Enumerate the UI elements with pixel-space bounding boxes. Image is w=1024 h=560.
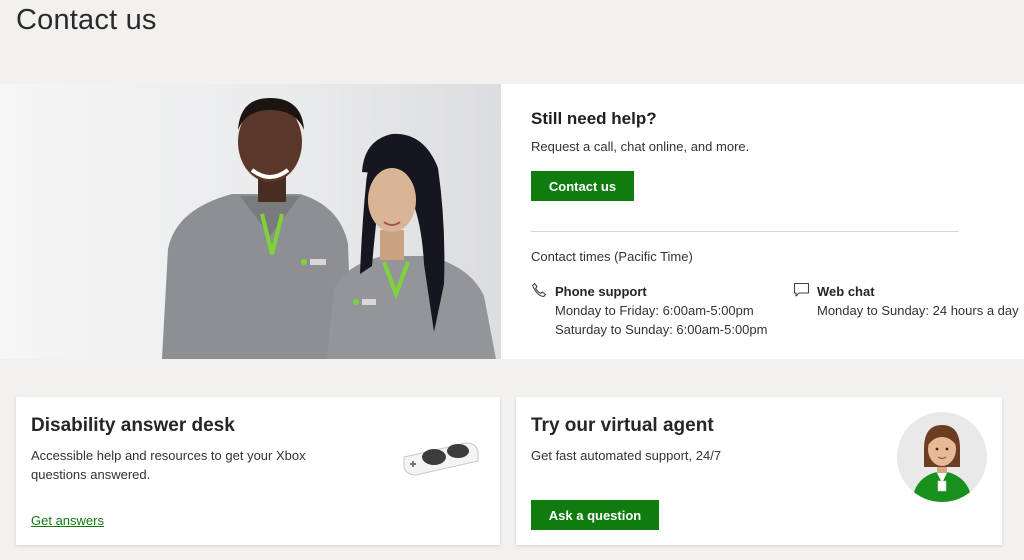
help-subtitle: Request a call, chat online, and more. [531,139,750,154]
disability-card-title: Disability answer desk [31,415,235,436]
support-staff-photo [0,84,501,359]
phone-icon [531,282,553,300]
phone-support: Phone support Monday to Friday: 6:00am-5… [531,282,767,339]
chat-icon [793,282,815,300]
phone-hours-weekend: Saturday to Sunday: 6:00am-5:00pm [555,322,768,337]
phone-support-label: Phone support [555,284,647,299]
agent-card-text: Get fast automated support, 24/7 [531,448,722,463]
contact-hero: Still need help? Request a call, chat on… [0,84,1024,359]
adaptive-controller-image [400,439,480,484]
page-title: Contact us [16,4,157,36]
web-chat-label: Web chat [817,284,875,299]
web-chat: Web chat Monday to Sunday: 24 hours a da… [793,282,1019,320]
virtual-agent-avatar [896,411,988,508]
agent-card-title: Try our virtual agent [531,415,714,436]
help-panel: Still need help? Request a call, chat on… [501,84,1024,359]
phone-hours-weekday: Monday to Friday: 6:00am-5:00pm [555,303,754,318]
disability-answer-desk-card: Disability answer desk Accessible help a… [16,397,500,545]
ask-a-question-button[interactable]: Ask a question [531,500,659,530]
virtual-agent-card: Try our virtual agent Get fast automated… [516,397,1002,545]
contact-us-button[interactable]: Contact us [531,171,634,201]
disability-card-text: Accessible help and resources to get you… [31,448,306,482]
web-chat-hours: Monday to Sunday: 24 hours a day [817,303,1019,318]
help-title: Still need help? [531,109,657,128]
get-answers-link[interactable]: Get answers [31,513,104,528]
contact-times-title: Contact times (Pacific Time) [531,249,693,264]
divider [531,231,959,232]
